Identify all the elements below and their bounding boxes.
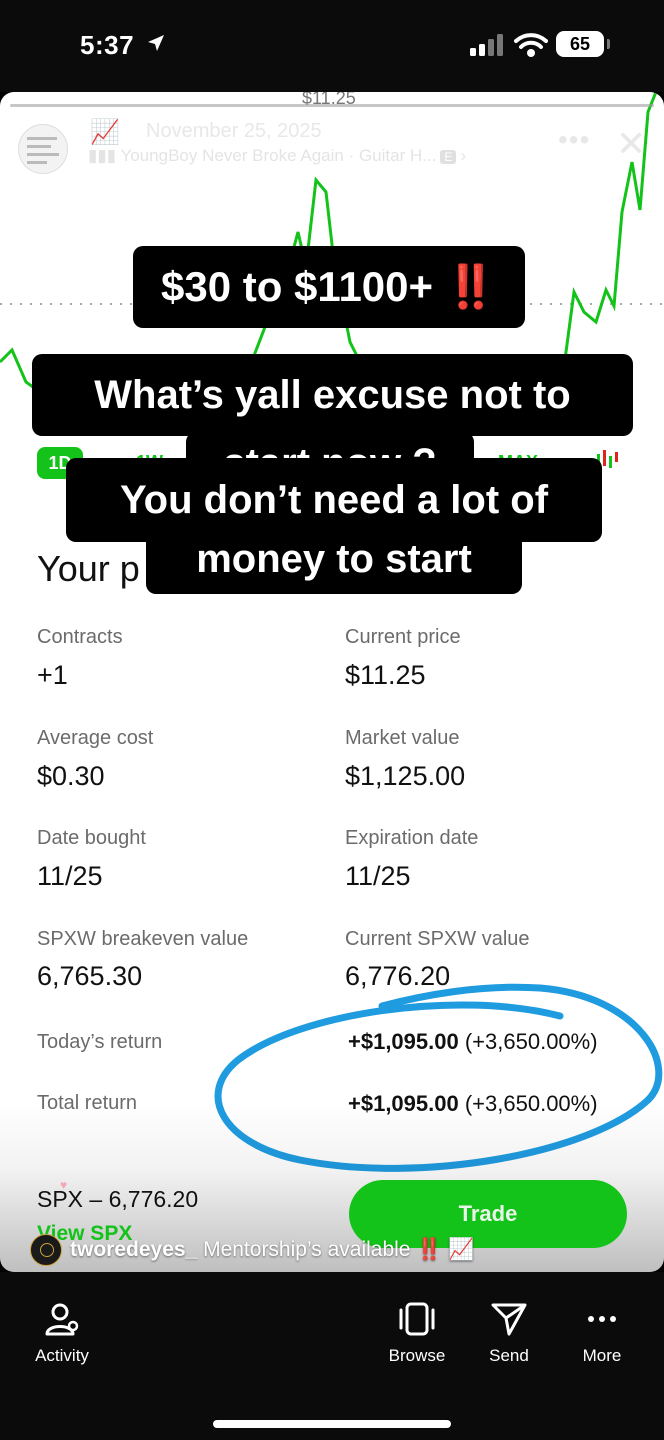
cellular-signal-icon bbox=[470, 34, 503, 56]
author-line[interactable]: tworedeyes_ Mentorship’s available ‼️ 📈 bbox=[70, 1238, 474, 1262]
story-viewer[interactable]: $11.25 📈 November 25, 2025 ▮▮▮ YoungBoy … bbox=[0, 92, 664, 1272]
location-arrow-icon bbox=[148, 35, 164, 51]
nav-activity-label: Activity bbox=[35, 1346, 89, 1365]
nav-more[interactable]: More bbox=[547, 1300, 657, 1366]
blue-circle-annotation bbox=[214, 983, 663, 1172]
status-bar: 5:37 65 bbox=[0, 0, 664, 92]
author-username: tworedeyes_ bbox=[70, 1238, 198, 1261]
spx-quote: SPX – 6,776.20 bbox=[37, 1186, 199, 1212]
nav-browse-label: Browse bbox=[388, 1346, 446, 1365]
send-icon bbox=[491, 1303, 527, 1336]
nav-activity[interactable]: Activity bbox=[7, 1300, 117, 1366]
more-icon bbox=[588, 1316, 616, 1322]
nav-send-label: Send bbox=[489, 1346, 529, 1365]
wifi-icon bbox=[514, 33, 548, 57]
bottom-navigation: Activity Browse Send More bbox=[0, 1272, 664, 1440]
nav-more-label: More bbox=[582, 1346, 622, 1365]
home-indicator bbox=[213, 1420, 451, 1428]
activity-icon bbox=[45, 1303, 79, 1336]
battery-indicator: 65 bbox=[556, 31, 610, 57]
clock: 5:37 bbox=[80, 30, 135, 60]
author-avatar[interactable] bbox=[30, 1234, 62, 1266]
browse-icon bbox=[399, 1302, 435, 1336]
